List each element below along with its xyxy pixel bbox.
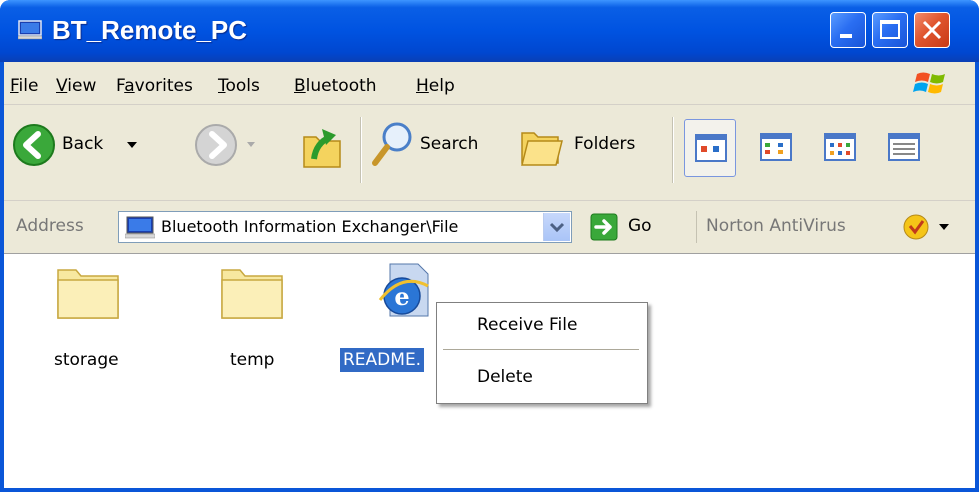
- folder-icon: [221, 269, 283, 319]
- menu-file-rest: ile: [18, 76, 39, 96]
- norton-label[interactable]: Norton AntiVirus: [706, 216, 846, 236]
- menu-help[interactable]: Help: [416, 76, 455, 96]
- norton-dropdown-icon[interactable]: [938, 223, 950, 231]
- back-label: Back: [62, 134, 104, 154]
- address-dropdown-button[interactable]: [543, 213, 570, 241]
- folders-icon: [521, 132, 563, 166]
- view-icons-button[interactable]: [750, 119, 802, 177]
- back-arrow-icon: [13, 124, 55, 166]
- forward-button[interactable]: [194, 123, 264, 173]
- maximize-button[interactable]: [872, 12, 908, 48]
- file-label: README.: [340, 348, 425, 372]
- close-icon: [922, 20, 942, 40]
- folders-button[interactable]: Folders: [518, 119, 658, 173]
- explorer-window: BT_Remote_PC File View Favorites Tools B…: [0, 0, 979, 492]
- ie-document-icon: e: [378, 263, 429, 317]
- context-menu: Receive File Delete: [436, 302, 648, 404]
- file-item[interactable]: e README.: [336, 260, 446, 372]
- menu-tools[interactable]: Tools: [218, 76, 260, 96]
- view-list-button[interactable]: [814, 119, 866, 177]
- menu-favorites-rest: vorites: [134, 76, 193, 96]
- menu-view-mnemonic: V: [56, 76, 68, 96]
- folder-item[interactable]: storage: [36, 260, 146, 370]
- address-input[interactable]: Bluetooth Information Exchanger\File: [118, 211, 572, 243]
- folder-item[interactable]: temp: [200, 260, 310, 370]
- forward-arrow-icon: [195, 124, 237, 166]
- view-tiles-button[interactable]: [684, 119, 736, 177]
- standard-toolbar: Back Search Folders: [4, 105, 975, 201]
- toolbar-separator: [672, 117, 674, 183]
- list-view-icon: [824, 133, 856, 161]
- details-view-icon: [888, 133, 920, 161]
- menu-favorites-mnemonic: a: [124, 76, 135, 96]
- folder-icon: [57, 269, 119, 319]
- search-icon: [372, 122, 412, 166]
- close-button[interactable]: [914, 12, 950, 48]
- menu-bluetooth-rest: luetooth: [305, 76, 377, 96]
- norton-icon[interactable]: [902, 213, 930, 241]
- menu-favorites[interactable]: Favorites: [116, 76, 193, 96]
- menu-tools-mnemonic: T: [218, 76, 226, 96]
- up-folder-icon[interactable]: [300, 119, 346, 171]
- address-label: Address: [16, 216, 84, 236]
- window-title: BT_Remote_PC: [52, 15, 248, 45]
- address-bar: Address Bluetooth Information Exchanger\…: [4, 201, 975, 254]
- computer-icon: [125, 216, 155, 239]
- menu-view[interactable]: View: [56, 76, 96, 96]
- client-area: File View Favorites Tools Bluetooth Help: [4, 62, 975, 488]
- icons-view-icon: [760, 133, 792, 161]
- go-label: Go: [628, 216, 652, 236]
- menu-bluetooth-mnemonic: B: [294, 76, 306, 96]
- maximize-icon: [880, 20, 900, 39]
- go-arrow-icon: [590, 213, 618, 241]
- minimize-icon: [840, 34, 852, 38]
- folder-label: storage: [54, 350, 119, 370]
- back-dropdown-icon: [127, 142, 137, 148]
- menu-help-mnemonic: H: [416, 76, 429, 96]
- delete-menu-item[interactable]: Delete: [477, 367, 533, 387]
- title-bar[interactable]: BT_Remote_PC: [0, 0, 979, 62]
- menu-bar: File View Favorites Tools Bluetooth Help: [4, 62, 975, 105]
- menu-separator: [443, 349, 639, 350]
- tiles-view-icon: [695, 134, 727, 162]
- chevron-down-icon: [549, 222, 565, 233]
- menu-file-mnemonic: F: [10, 76, 19, 96]
- menu-help-rest: elp: [428, 76, 455, 96]
- minimize-button[interactable]: [830, 12, 866, 48]
- search-label: Search: [420, 134, 479, 154]
- view-details-button[interactable]: [878, 119, 930, 177]
- address-value: Bluetooth Information Exchanger\File: [161, 217, 459, 236]
- computer-icon: [18, 20, 42, 40]
- menu-bluetooth[interactable]: Bluetooth: [294, 76, 377, 96]
- forward-dropdown-icon: [247, 142, 255, 147]
- receive-file-menu-item[interactable]: Receive File: [477, 315, 577, 335]
- folders-label: Folders: [574, 134, 636, 154]
- toolbar-separator: [360, 117, 362, 183]
- folder-label: temp: [230, 350, 275, 370]
- menu-favorites-pre: F: [116, 76, 125, 96]
- address-separator: [696, 211, 697, 243]
- menu-file[interactable]: File: [10, 76, 38, 96]
- windows-logo: [913, 72, 945, 94]
- search-button[interactable]: Search: [370, 119, 506, 173]
- menu-view-rest: iew: [67, 76, 97, 96]
- menu-tools-rest: ools: [225, 76, 260, 96]
- back-button[interactable]: Back: [12, 123, 162, 173]
